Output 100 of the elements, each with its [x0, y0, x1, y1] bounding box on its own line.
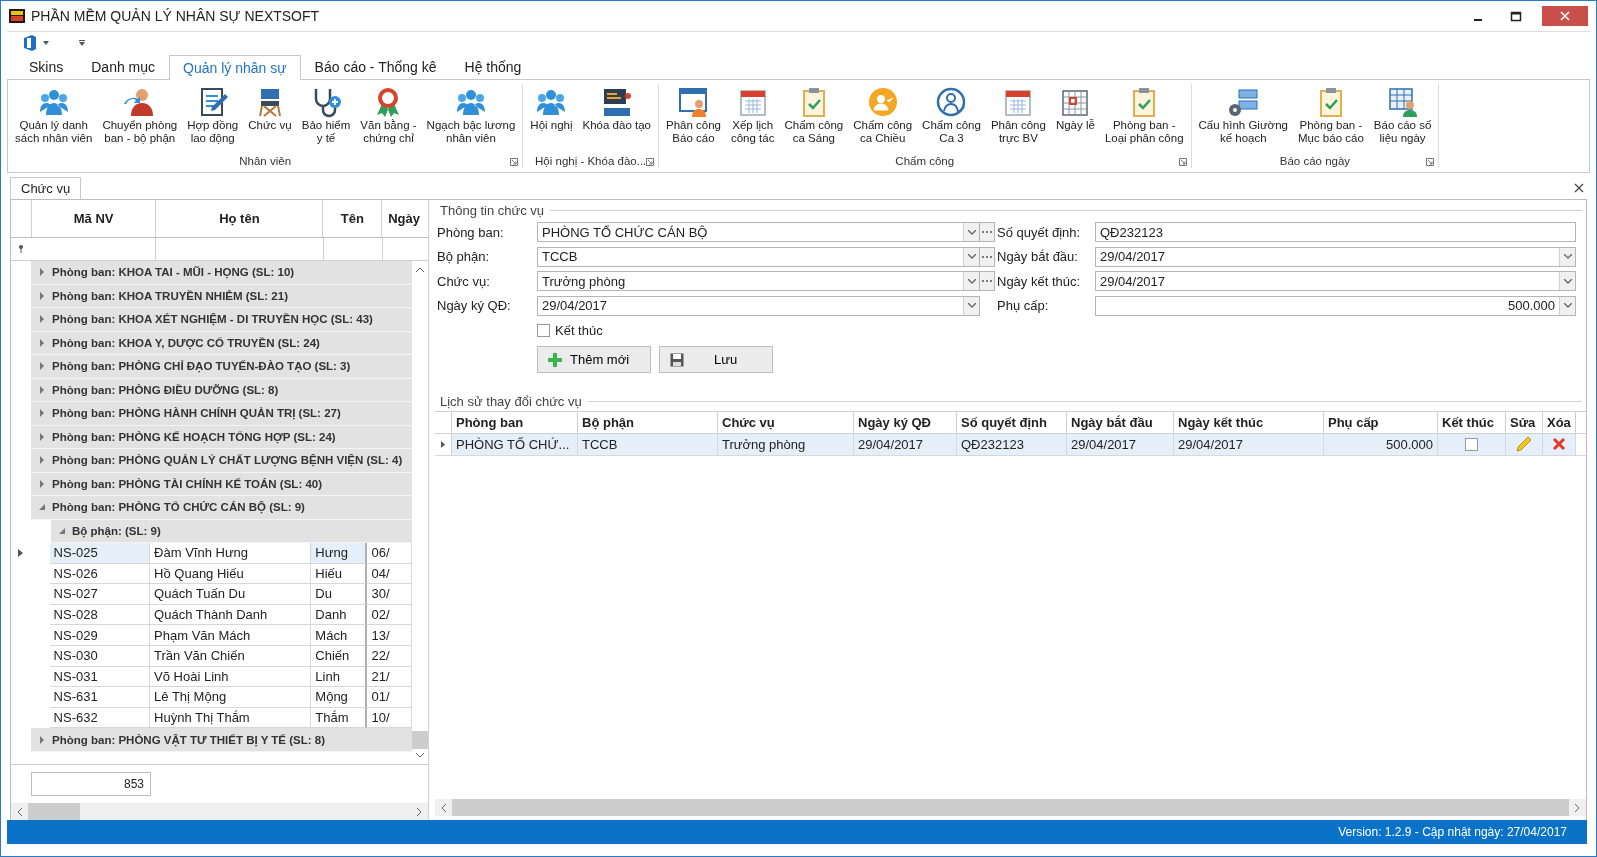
office-icon[interactable] [23, 35, 37, 51]
column-header[interactable]: Bộ phận [578, 411, 718, 433]
ribbon-button[interactable]: Hội nghị [529, 119, 574, 132]
expand-icon[interactable] [38, 362, 45, 371]
expand-icon[interactable] [38, 735, 45, 744]
scrollbar-thumb[interactable] [412, 731, 428, 749]
column-header[interactable]: Phụ cấp [1324, 411, 1438, 433]
ellipsis-button[interactable] [980, 222, 995, 243]
ribbon-button[interactable]: Xếp lịch công tác [729, 119, 776, 145]
table-cell: NS-026 [49, 563, 151, 585]
scroll-right-icon[interactable] [1575, 803, 1580, 812]
column-header[interactable]: Ngày kết thúc [1174, 411, 1324, 433]
collapse-icon[interactable] [58, 526, 65, 535]
group-row[interactable]: Bộ phận: (SL: 9) [72, 524, 161, 537]
column-header[interactable]: Kết thúc [1438, 411, 1506, 433]
column-header[interactable]: Chức vụ [718, 411, 854, 433]
column-header[interactable]: Số quyết định [957, 411, 1067, 433]
scroll-left-icon[interactable] [17, 807, 22, 816]
ribbon-button[interactable]: Bảo hiểm y tế [300, 119, 352, 145]
scroll-down-icon[interactable] [416, 753, 424, 758]
filter-pin-icon[interactable] [18, 245, 24, 253]
input-field[interactable]: TCCB [537, 246, 980, 267]
dropdown-icon[interactable] [1563, 278, 1572, 284]
dialog-launcher-icon[interactable] [510, 158, 519, 166]
dropdown-icon[interactable] [967, 254, 976, 260]
dropdown-icon[interactable] [967, 303, 976, 309]
ribbon-button[interactable]: Hợp đồng lao động [186, 119, 240, 145]
scroll-right-icon[interactable] [417, 807, 422, 816]
ribbon-tab[interactable]: Quản lý nhân sự [169, 55, 301, 80]
ribbon-button[interactable]: Chấm công ca Chiều [852, 119, 914, 145]
column-header[interactable]: Phòng ban [452, 411, 578, 433]
collapse-icon[interactable] [38, 503, 45, 512]
expand-icon[interactable] [38, 291, 45, 300]
ribbon-button[interactable]: Chấm công Ca 3 [921, 119, 982, 145]
column-header[interactable]: Ngày [382, 200, 428, 237]
scroll-up-icon[interactable] [416, 267, 424, 272]
dropdown-icon[interactable] [1563, 254, 1572, 260]
input-field[interactable]: PHÒNG TỔ CHỨC CÁN BỘ [537, 222, 980, 243]
column-header[interactable]: Tên [323, 200, 383, 237]
column-header[interactable]: Sửa [1506, 411, 1543, 433]
expand-icon[interactable] [38, 456, 45, 465]
ribbon-button[interactable]: Khóa đào tạo [581, 119, 652, 132]
ribbon-button[interactable]: Văn bằng - chứng chỉ [359, 119, 418, 145]
scrollbar-thumb[interactable] [28, 803, 80, 820]
ribbon-button[interactable]: Ngạch bậc lương nhân viên [425, 119, 517, 145]
scrollbar-thumb[interactable] [452, 799, 1569, 816]
expand-icon[interactable] [38, 338, 45, 347]
ribbon-button[interactable]: Phòng ban - Loại phân công [1103, 119, 1185, 145]
customize-caret-icon[interactable] [79, 40, 85, 46]
dropdown-icon[interactable] [967, 229, 976, 235]
dialog-launcher-icon[interactable] [1178, 158, 1187, 166]
ribbon-button[interactable]: Phân công trực BV [989, 119, 1047, 145]
input-field[interactable]: Trưởng phòng [537, 271, 980, 292]
ribbon-button[interactable]: Chức vụ [247, 119, 293, 132]
checkbox[interactable] [537, 323, 550, 337]
close-button[interactable] [1542, 6, 1588, 26]
action-button[interactable]: Thêm mới [537, 346, 651, 373]
document-tab[interactable]: Chức vụ [10, 177, 82, 199]
input-field[interactable]: 29/04/2017 [1095, 246, 1576, 267]
ribbon-tab[interactable]: Skins [15, 54, 78, 79]
input-field[interactable]: 29/04/2017 [537, 295, 980, 316]
ellipsis-button[interactable] [980, 271, 995, 292]
expand-icon[interactable] [38, 432, 45, 441]
delete-icon[interactable] [1552, 437, 1566, 451]
action-button[interactable]: Lưu [659, 346, 773, 373]
ribbon-tab[interactable]: Báo cáo - Thống kê [300, 54, 451, 79]
dialog-launcher-icon[interactable] [645, 158, 654, 166]
input-field[interactable]: 29/04/2017 [1095, 271, 1576, 292]
expand-icon[interactable] [38, 385, 45, 394]
ribbon-button[interactable]: Báo cáo số liệu ngày [1372, 119, 1433, 145]
ribbon-tab[interactable]: Danh mục [77, 54, 170, 79]
caret-icon[interactable] [43, 41, 49, 45]
ribbon-button[interactable]: Ngày lễ [1054, 119, 1096, 132]
ribbon-button[interactable]: Quản lý danh sách nhân viên [14, 119, 94, 145]
expand-icon[interactable] [38, 479, 45, 488]
ribbon-button[interactable]: Phân công Báo cáo [664, 119, 722, 145]
dialog-launcher-icon[interactable] [1426, 158, 1435, 166]
expand-icon[interactable] [38, 409, 45, 418]
column-header[interactable]: Ngày ký QĐ [854, 411, 957, 433]
scroll-left-icon[interactable] [441, 803, 446, 812]
ribbon-button[interactable]: Chấm công ca Sáng [783, 119, 845, 145]
input-field[interactable]: 500.000 [1095, 295, 1576, 316]
dropdown-icon[interactable] [967, 278, 976, 284]
ribbon-tab[interactable]: Hệ thống [450, 54, 536, 79]
pencil-icon[interactable] [1516, 436, 1532, 452]
ribbon-button[interactable]: Chuyển phòng ban - bộ phận [101, 119, 179, 145]
dropdown-icon[interactable] [1563, 303, 1572, 309]
column-header[interactable]: Mã NV [31, 200, 157, 237]
ribbon-button[interactable]: Phòng ban - Mục báo cáo [1296, 119, 1365, 145]
ribbon-button[interactable]: Cấu hình Giường kế hoạch [1197, 119, 1289, 145]
column-header[interactable]: Xóa [1543, 411, 1576, 433]
column-header[interactable]: Họ tên [156, 200, 324, 237]
maximize-icon[interactable] [1510, 10, 1522, 22]
close-icon[interactable] [1574, 183, 1584, 193]
column-header[interactable]: Ngày bắt đầu [1067, 411, 1174, 433]
ellipsis-button[interactable] [980, 246, 995, 267]
checkbox[interactable] [1465, 437, 1478, 451]
input-field[interactable]: QĐ232123 [1095, 222, 1576, 243]
expand-icon[interactable] [38, 315, 45, 324]
expand-icon[interactable] [38, 268, 45, 277]
